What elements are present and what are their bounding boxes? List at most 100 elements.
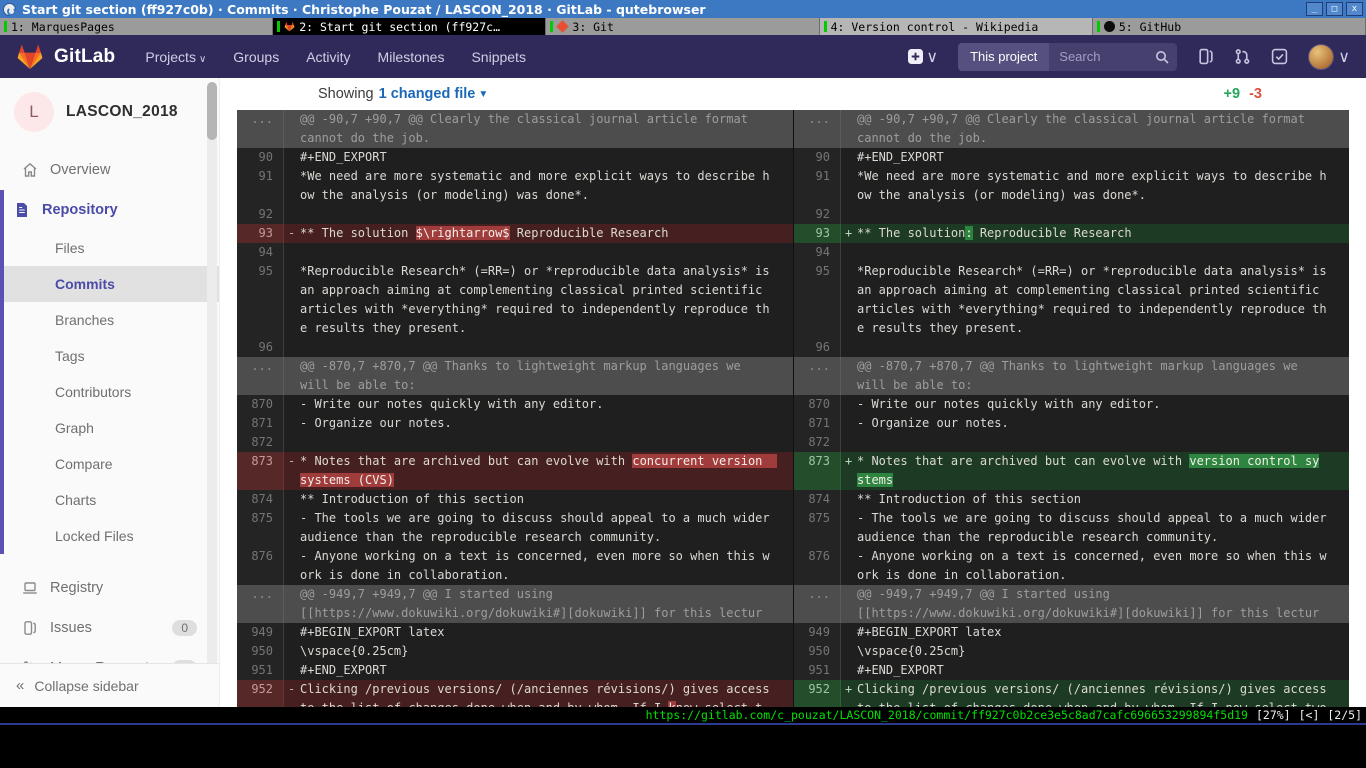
context-line: #+END_EXPORT	[841, 148, 1349, 167]
browser-tab[interactable]: 5: GitHub	[1093, 18, 1366, 35]
new-line-number[interactable]: 872	[794, 433, 841, 452]
old-line-number[interactable]: 949	[237, 623, 284, 642]
old-line-number[interactable]: ...	[237, 110, 284, 148]
gitlab-brand[interactable]: GitLab	[16, 43, 115, 70]
changed-files-link[interactable]: 1 changed file	[379, 86, 476, 102]
merge-requests-icon[interactable]	[1234, 48, 1251, 65]
qutebrowser-icon	[3, 3, 16, 16]
new-line-number[interactable]: 871	[794, 414, 841, 433]
new-line-number[interactable]: 90	[794, 148, 841, 167]
context-line: #+BEGIN_EXPORT latex	[284, 623, 793, 642]
new-line-number[interactable]: 950	[794, 642, 841, 661]
search-icon[interactable]	[1155, 50, 1169, 64]
sidebar-item-issues[interactable]: Issues0	[4, 608, 219, 648]
new-line-number[interactable]: ...	[794, 357, 841, 395]
new-line-number[interactable]: 96	[794, 338, 841, 357]
browser-tab[interactable]: 4: Version control - Wikipedia	[820, 18, 1093, 35]
new-line-number[interactable]: 952	[794, 680, 841, 707]
old-line-number[interactable]: 952	[237, 680, 284, 707]
tab-load-indicator	[550, 21, 553, 32]
tab-label: 5: GitHub	[1119, 20, 1181, 34]
diff-row-ctx: 95*Reproducible Research* (=RR=) or *rep…	[237, 262, 1349, 338]
top-nav-projects[interactable]: Projects∨	[145, 49, 206, 65]
new-line-number[interactable]: 876	[794, 547, 841, 585]
old-line-number[interactable]: 950	[237, 642, 284, 661]
old-line-number[interactable]: 94	[237, 243, 284, 262]
sidebar-item-registry[interactable]: Registry	[4, 568, 219, 608]
minimize-button[interactable]: _	[1306, 2, 1323, 16]
new-line-number[interactable]: 951	[794, 661, 841, 680]
old-line-number[interactable]: 871	[237, 414, 284, 433]
sidebar-subitem-commits[interactable]: Commits	[4, 266, 219, 302]
tab-indicator: [2/5]	[1327, 708, 1362, 722]
new-menu-button[interactable]: ∨	[908, 47, 938, 67]
old-line-number[interactable]: 876	[237, 547, 284, 585]
top-nav-milestones[interactable]: Milestones	[378, 49, 445, 65]
sidebar-item-overview[interactable]: Overview	[4, 150, 219, 190]
maximize-button[interactable]: □	[1326, 2, 1343, 16]
new-line-number[interactable]: 95	[794, 262, 841, 338]
gitlab-favicon	[284, 21, 295, 32]
collapse-sidebar-button[interactable]: « Collapse sidebar	[0, 663, 219, 707]
new-line-number[interactable]: 949	[794, 623, 841, 642]
browser-tab[interactable]: 1: MarquesPages	[0, 18, 273, 35]
old-line-number[interactable]: 90	[237, 148, 284, 167]
context-line	[841, 205, 1349, 224]
diff-row-change: 93-** The solution $\rightarrow$ Reprodu…	[237, 224, 1349, 243]
new-line-number[interactable]: 873	[794, 452, 841, 490]
sidebar-subitem-charts[interactable]: Charts	[4, 482, 219, 518]
sidebar-subitem-graph[interactable]: Graph	[4, 410, 219, 446]
new-line-number[interactable]: 92	[794, 205, 841, 224]
history-indicator: [<]	[1299, 708, 1320, 722]
sidebar-subitem-branches[interactable]: Branches	[4, 302, 219, 338]
old-line-number[interactable]: 872	[237, 433, 284, 452]
old-line-number[interactable]: 870	[237, 395, 284, 414]
removed-line: -Clicking /previous versions/ (/ancienne…	[284, 680, 793, 707]
old-line-number[interactable]: 873	[237, 452, 284, 490]
old-line-number[interactable]: 96	[237, 338, 284, 357]
context-line: - Write our notes quickly with any edito…	[841, 395, 1349, 414]
top-nav-snippets[interactable]: Snippets	[471, 49, 525, 65]
gitlab-logo-icon	[16, 43, 44, 70]
sidebar-subitem-contributors[interactable]: Contributors	[4, 374, 219, 410]
new-line-number[interactable]: 870	[794, 395, 841, 414]
sidebar-subitem-tags[interactable]: Tags	[4, 338, 219, 374]
new-line-number[interactable]: ...	[794, 110, 841, 148]
old-line-number[interactable]: 95	[237, 262, 284, 338]
old-line-number[interactable]: 93	[237, 224, 284, 243]
top-nav-groups[interactable]: Groups	[233, 49, 279, 65]
old-line-number[interactable]: ...	[237, 585, 284, 623]
old-line-number[interactable]: 91	[237, 167, 284, 205]
user-menu[interactable]: ∨	[1308, 44, 1350, 70]
top-nav-activity[interactable]: Activity	[306, 49, 350, 65]
removed-line: -* Notes that are archived but can evolv…	[284, 452, 793, 490]
context-line: - Anyone working on a text is concerned,…	[284, 547, 793, 585]
close-button[interactable]: x	[1346, 2, 1363, 16]
todos-icon[interactable]	[1271, 48, 1288, 65]
sidebar-scrollbar[interactable]	[207, 82, 217, 702]
issues-icon[interactable]	[1197, 48, 1214, 65]
new-line-number[interactable]: 875	[794, 509, 841, 547]
sidebar-subitem-compare[interactable]: Compare	[4, 446, 219, 482]
old-line-number[interactable]: 874	[237, 490, 284, 509]
new-line-number[interactable]: 874	[794, 490, 841, 509]
new-line-number[interactable]: 91	[794, 167, 841, 205]
search-scope-badge[interactable]: This project	[958, 43, 1049, 71]
context-line: *We need are more systematic and more ex…	[841, 167, 1349, 205]
browser-tab[interactable]: 2: Start git section (ff927c…	[273, 18, 546, 35]
new-line-number[interactable]: ...	[794, 585, 841, 623]
sidebar-subitem-files[interactable]: Files	[4, 230, 219, 266]
sidebar-item-repository[interactable]: Repository	[4, 190, 219, 230]
new-line-number[interactable]: 94	[794, 243, 841, 262]
tab-load-indicator	[824, 21, 827, 32]
old-line-number[interactable]: ...	[237, 357, 284, 395]
new-line-number[interactable]: 93	[794, 224, 841, 243]
old-line-number[interactable]: 875	[237, 509, 284, 547]
sidebar-subitem-locked-files[interactable]: Locked Files	[4, 518, 219, 554]
project-header[interactable]: L LASCON_2018	[0, 78, 219, 142]
scrollbar-thumb[interactable]	[207, 82, 217, 140]
context-line: - Anyone working on a text is concerned,…	[841, 547, 1349, 585]
old-line-number[interactable]: 92	[237, 205, 284, 224]
old-line-number[interactable]: 951	[237, 661, 284, 680]
browser-tab[interactable]: 3: Git	[546, 18, 819, 35]
